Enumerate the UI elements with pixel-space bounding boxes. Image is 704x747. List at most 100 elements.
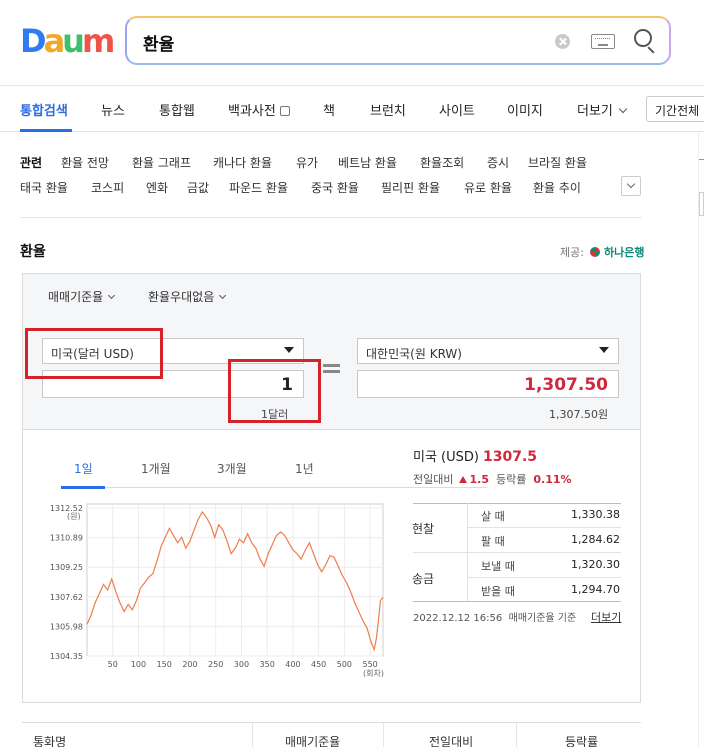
- related-item[interactable]: 코스피: [91, 179, 124, 196]
- x-tick-label: 100: [131, 660, 146, 669]
- up-triangle-icon: [459, 476, 468, 483]
- rate-type-filter[interactable]: 매매기준율: [48, 288, 116, 305]
- related-item[interactable]: 태국 환율: [20, 179, 68, 196]
- x-axis-unit: (회차): [363, 669, 384, 678]
- rate-row-label: 살 때: [481, 510, 505, 523]
- tab-site[interactable]: 사이트: [439, 100, 475, 119]
- related-item[interactable]: 환율 그래프: [132, 154, 191, 171]
- expand-related-button[interactable]: [621, 176, 641, 196]
- hana-bank-logo-icon: [589, 247, 600, 257]
- tab-images[interactable]: 이미지: [507, 100, 543, 119]
- keyboard-icon[interactable]: [591, 34, 615, 49]
- chevron-down-icon: [108, 291, 116, 300]
- tab-integrated[interactable]: 통합검색: [20, 100, 68, 119]
- search-icon[interactable]: [634, 29, 652, 47]
- rate-row-value: 1,284.62: [571, 533, 620, 546]
- related-item[interactable]: 환율조회: [420, 154, 464, 171]
- right-column-mark: [699, 159, 704, 160]
- chart-tab-1day[interactable]: 1일: [74, 460, 93, 477]
- period-filter-button[interactable]: 기간전체: [646, 96, 704, 122]
- chart-tab-3month[interactable]: 3개월: [217, 460, 247, 477]
- header: Daum: [0, 0, 704, 86]
- related-item[interactable]: 브라질 환율: [528, 154, 587, 171]
- clear-icon[interactable]: [555, 34, 570, 49]
- dropdown-arrow-icon: [599, 347, 609, 353]
- related-searches: 관련 환율 전망 환율 그래프 캐나다 환율 유가 베트남 환율 환율조회 증시…: [20, 148, 642, 218]
- right-column-box: [699, 192, 704, 216]
- chart-tab-1year[interactable]: 1년: [295, 460, 314, 477]
- remit-label: 송금: [412, 572, 435, 586]
- x-tick-label: 500: [337, 660, 352, 669]
- related-item[interactable]: 유가: [296, 154, 318, 171]
- col-base-rate: 매매기준율: [285, 735, 341, 747]
- related-item[interactable]: 베트남 환율: [338, 154, 397, 171]
- rate-row-label: 보낼 때: [481, 560, 515, 573]
- related-item[interactable]: 캐나다 환율: [213, 154, 272, 171]
- right-column-border: [698, 132, 699, 747]
- related-item[interactable]: 파운드 환율: [229, 179, 288, 196]
- col-separator: [516, 723, 517, 747]
- tab-encyclopedia[interactable]: 백과사전: [228, 100, 290, 119]
- chart-plot-area: [86, 503, 384, 657]
- highlight-from-amount: [228, 359, 321, 423]
- highlight-from-currency: [25, 328, 163, 379]
- related-item[interactable]: 환율 전망: [61, 154, 109, 171]
- tab-brunch[interactable]: 브런치: [370, 100, 406, 119]
- y-tick-label: 1312.52: [50, 504, 83, 513]
- preferential-filter[interactable]: 환율우대없음: [148, 288, 227, 305]
- rate-headline: 미국 (USD) 1307.5: [413, 449, 538, 465]
- related-item[interactable]: 엔화: [146, 179, 168, 196]
- rate-row-divider: [467, 577, 621, 578]
- x-tick-label: 450: [311, 660, 326, 669]
- x-tick-label: 50: [108, 660, 118, 669]
- active-tab-indicator: [20, 129, 72, 132]
- search-input[interactable]: [143, 30, 523, 54]
- rate-row-value: 1,320.30: [571, 558, 620, 571]
- x-tick-label: 150: [157, 660, 172, 669]
- tab-more[interactable]: 더보기: [577, 100, 628, 119]
- related-item[interactable]: 필리핀 환율: [381, 179, 440, 196]
- rate-row-label: 팔 때: [481, 535, 505, 548]
- daum-logo[interactable]: Daum: [20, 24, 115, 58]
- equals-icon: [323, 364, 340, 373]
- chart-tab-1month[interactable]: 1개월: [141, 460, 171, 477]
- to-currency-select[interactable]: 대한민국(원 KRW): [357, 338, 619, 364]
- y-tick-label: 1305.98: [50, 622, 83, 631]
- col-pct: 등락률: [565, 735, 599, 747]
- col-separator: [252, 723, 253, 747]
- rate-row-value: 1,294.70: [571, 583, 620, 596]
- related-item[interactable]: 유로 환율: [464, 179, 512, 196]
- rate-table-divider: [467, 503, 468, 601]
- exchange-rate-chart: (원)1312.52 1310.89 1309.25 1307.62 1305.98 13…: [50, 503, 384, 678]
- cash-label: 현찰: [412, 522, 435, 536]
- search-box: [125, 16, 671, 65]
- more-link[interactable]: 더보기: [591, 609, 621, 625]
- related-item[interactable]: 환율 추이: [533, 179, 581, 196]
- x-tick-label: 200: [182, 660, 197, 669]
- x-tick-label: 250: [208, 660, 223, 669]
- related-title: 관련: [20, 156, 43, 170]
- y-tick-label: 1310.89: [50, 534, 83, 543]
- y-tick-label: 1307.62: [50, 593, 83, 602]
- y-tick-label: 1309.25: [50, 563, 83, 572]
- related-item[interactable]: 중국 환율: [311, 179, 359, 196]
- rate-table-top-border: [413, 503, 621, 504]
- rate-row-label: 받을 때: [481, 585, 515, 598]
- rate-row-value: 1,330.38: [571, 508, 620, 521]
- y-axis-unit: (원): [67, 512, 81, 521]
- chevron-down-icon: [219, 291, 227, 300]
- chart-tab-divider: [61, 487, 487, 488]
- exchange-title: 환율: [20, 244, 46, 260]
- x-tick-label: 550: [362, 660, 377, 669]
- related-item[interactable]: 증시: [487, 154, 509, 171]
- rate-table-bottom-border: [413, 601, 621, 602]
- x-tick-label: 400: [285, 660, 300, 669]
- tab-web[interactable]: 통합웹: [159, 100, 195, 119]
- tab-news[interactable]: 뉴스: [101, 100, 125, 119]
- provider: 제공: 하나은행: [560, 246, 645, 259]
- related-item[interactable]: 금값: [187, 179, 209, 196]
- rate-row-divider: [413, 552, 621, 553]
- rate-row-divider: [467, 527, 621, 528]
- current-rate: 1307.5: [482, 449, 538, 465]
- tab-books[interactable]: 책: [323, 100, 335, 119]
